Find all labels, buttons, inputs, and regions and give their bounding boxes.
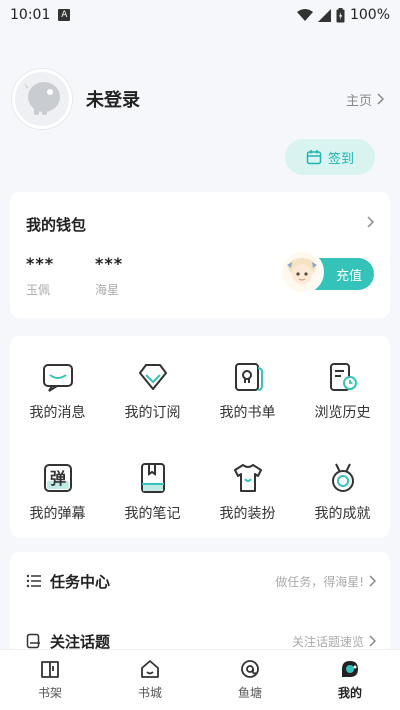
- tab-mine[interactable]: 我的: [300, 650, 400, 710]
- recharge-label: 充值: [335, 268, 362, 284]
- danmaku-glyph: 弹: [49, 469, 65, 488]
- jade-label: 玉佩: [26, 283, 51, 297]
- status-time: 10:01: [10, 7, 51, 23]
- bookstore-icon: [141, 660, 159, 678]
- wallet-title: 我的钱包: [26, 216, 87, 234]
- message-icon: [42, 363, 73, 392]
- grid-label: 我的书单: [219, 404, 276, 421]
- feature-grid: 我的消息 我的订阅 我的书单 浏览历史 弹 我的弹幕 我的笔记 我的装扮 我的成…: [10, 336, 390, 542]
- tab-label: 鱼塘: [237, 686, 262, 700]
- chevron-right-icon[interactable]: [366, 216, 374, 228]
- default-avatar-icon: [24, 82, 60, 115]
- bottom-tab-bar: 书架 书城 鱼塘 我的: [0, 649, 400, 710]
- battery-percent: 100%: [349, 7, 390, 23]
- topic-icon: [26, 633, 40, 649]
- checkin-label: 签到: [327, 151, 354, 167]
- diamond-icon: [138, 363, 167, 390]
- recharge-button[interactable]: 充值: [280, 250, 374, 294]
- grid-item-danmaku[interactable]: 弹 我的弹幕: [10, 441, 105, 542]
- homepage-label: 主页: [345, 93, 372, 109]
- grid-item-messages[interactable]: 我的消息: [10, 340, 105, 441]
- grid-item-outfits[interactable]: 我的装扮: [200, 441, 295, 542]
- avatar[interactable]: [12, 69, 72, 129]
- mascot-icon: [280, 250, 324, 294]
- tab-label: 书架: [37, 686, 62, 700]
- feature-grid-card: 我的消息 我的订阅 我的书单 浏览历史 弹 我的弹幕 我的笔记 我的装扮 我的成…: [10, 336, 390, 538]
- grid-label: 我的弹幕: [29, 505, 86, 522]
- grid-label: 我的笔记: [124, 505, 181, 522]
- homepage-link[interactable]: 主页: [346, 90, 384, 109]
- wallet-jade[interactable]: *** 玉佩: [26, 254, 54, 298]
- wallet-card[interactable]: 我的钱包 *** 玉佩 *** 海星 充值: [10, 192, 390, 318]
- grid-item-notes[interactable]: 我的笔记: [105, 441, 200, 542]
- chevron-right-icon: [377, 93, 384, 105]
- history-icon: [329, 362, 357, 391]
- chevron-right-icon: [369, 575, 376, 587]
- bookshelf-icon: [41, 661, 59, 678]
- tab-label: 我的: [337, 686, 362, 700]
- fishpond-icon: [241, 660, 259, 678]
- signal-icon: [317, 8, 331, 22]
- starfish-value: ***: [95, 254, 124, 273]
- grid-item-history[interactable]: 浏览历史: [295, 340, 390, 441]
- followed-topics-subtitle: 关注话题速览: [291, 634, 364, 649]
- battery-icon: [336, 7, 345, 22]
- wallet-starfish[interactable]: *** 海星: [95, 254, 123, 298]
- list-icon: [26, 574, 41, 588]
- grid-item-booklists[interactable]: 我的书单: [200, 340, 295, 441]
- grid-label: 我的成就: [314, 505, 371, 522]
- grid-label: 我的装扮: [219, 505, 276, 522]
- tab-fishpond[interactable]: 鱼塘: [200, 650, 300, 710]
- grid-item-achievements[interactable]: 我的成就: [295, 441, 390, 542]
- danmaku-icon: 弹: [43, 463, 72, 492]
- tab-label: 书城: [137, 686, 162, 700]
- checkin-button[interactable]: 签到: [285, 139, 375, 175]
- tab-bookstore[interactable]: 书城: [100, 650, 200, 710]
- profile-header[interactable]: 未登录 主页: [12, 64, 388, 134]
- task-center-subtitle: 做任务，得海星!: [275, 574, 364, 589]
- jade-value: ***: [26, 254, 55, 273]
- notes-icon: [140, 462, 165, 493]
- grid-label: 浏览历史: [314, 404, 371, 421]
- outfit-icon: [233, 463, 262, 492]
- wifi-icon: [296, 9, 313, 21]
- status-bar: 10:01 A 100%: [0, 0, 400, 30]
- calendar-icon: [306, 150, 322, 165]
- task-center-row[interactable]: 任务中心 做任务，得海星!: [26, 569, 376, 593]
- starfish-label: 海星: [95, 283, 120, 297]
- booklist-icon: [234, 362, 263, 391]
- tab-bookshelf[interactable]: 书架: [0, 650, 100, 710]
- grid-item-subscriptions[interactable]: 我的订阅: [105, 340, 200, 441]
- grid-label: 我的消息: [29, 404, 86, 421]
- username[interactable]: 未登录: [86, 86, 140, 112]
- grid-label: 我的订阅: [124, 404, 181, 421]
- medal-icon: [331, 463, 354, 492]
- task-center-title: 任务中心: [50, 572, 111, 591]
- chevron-right-icon: [369, 635, 376, 647]
- status-right: 100%: [296, 7, 390, 23]
- mine-icon: [342, 661, 358, 677]
- notification-a-icon: A: [58, 9, 71, 21]
